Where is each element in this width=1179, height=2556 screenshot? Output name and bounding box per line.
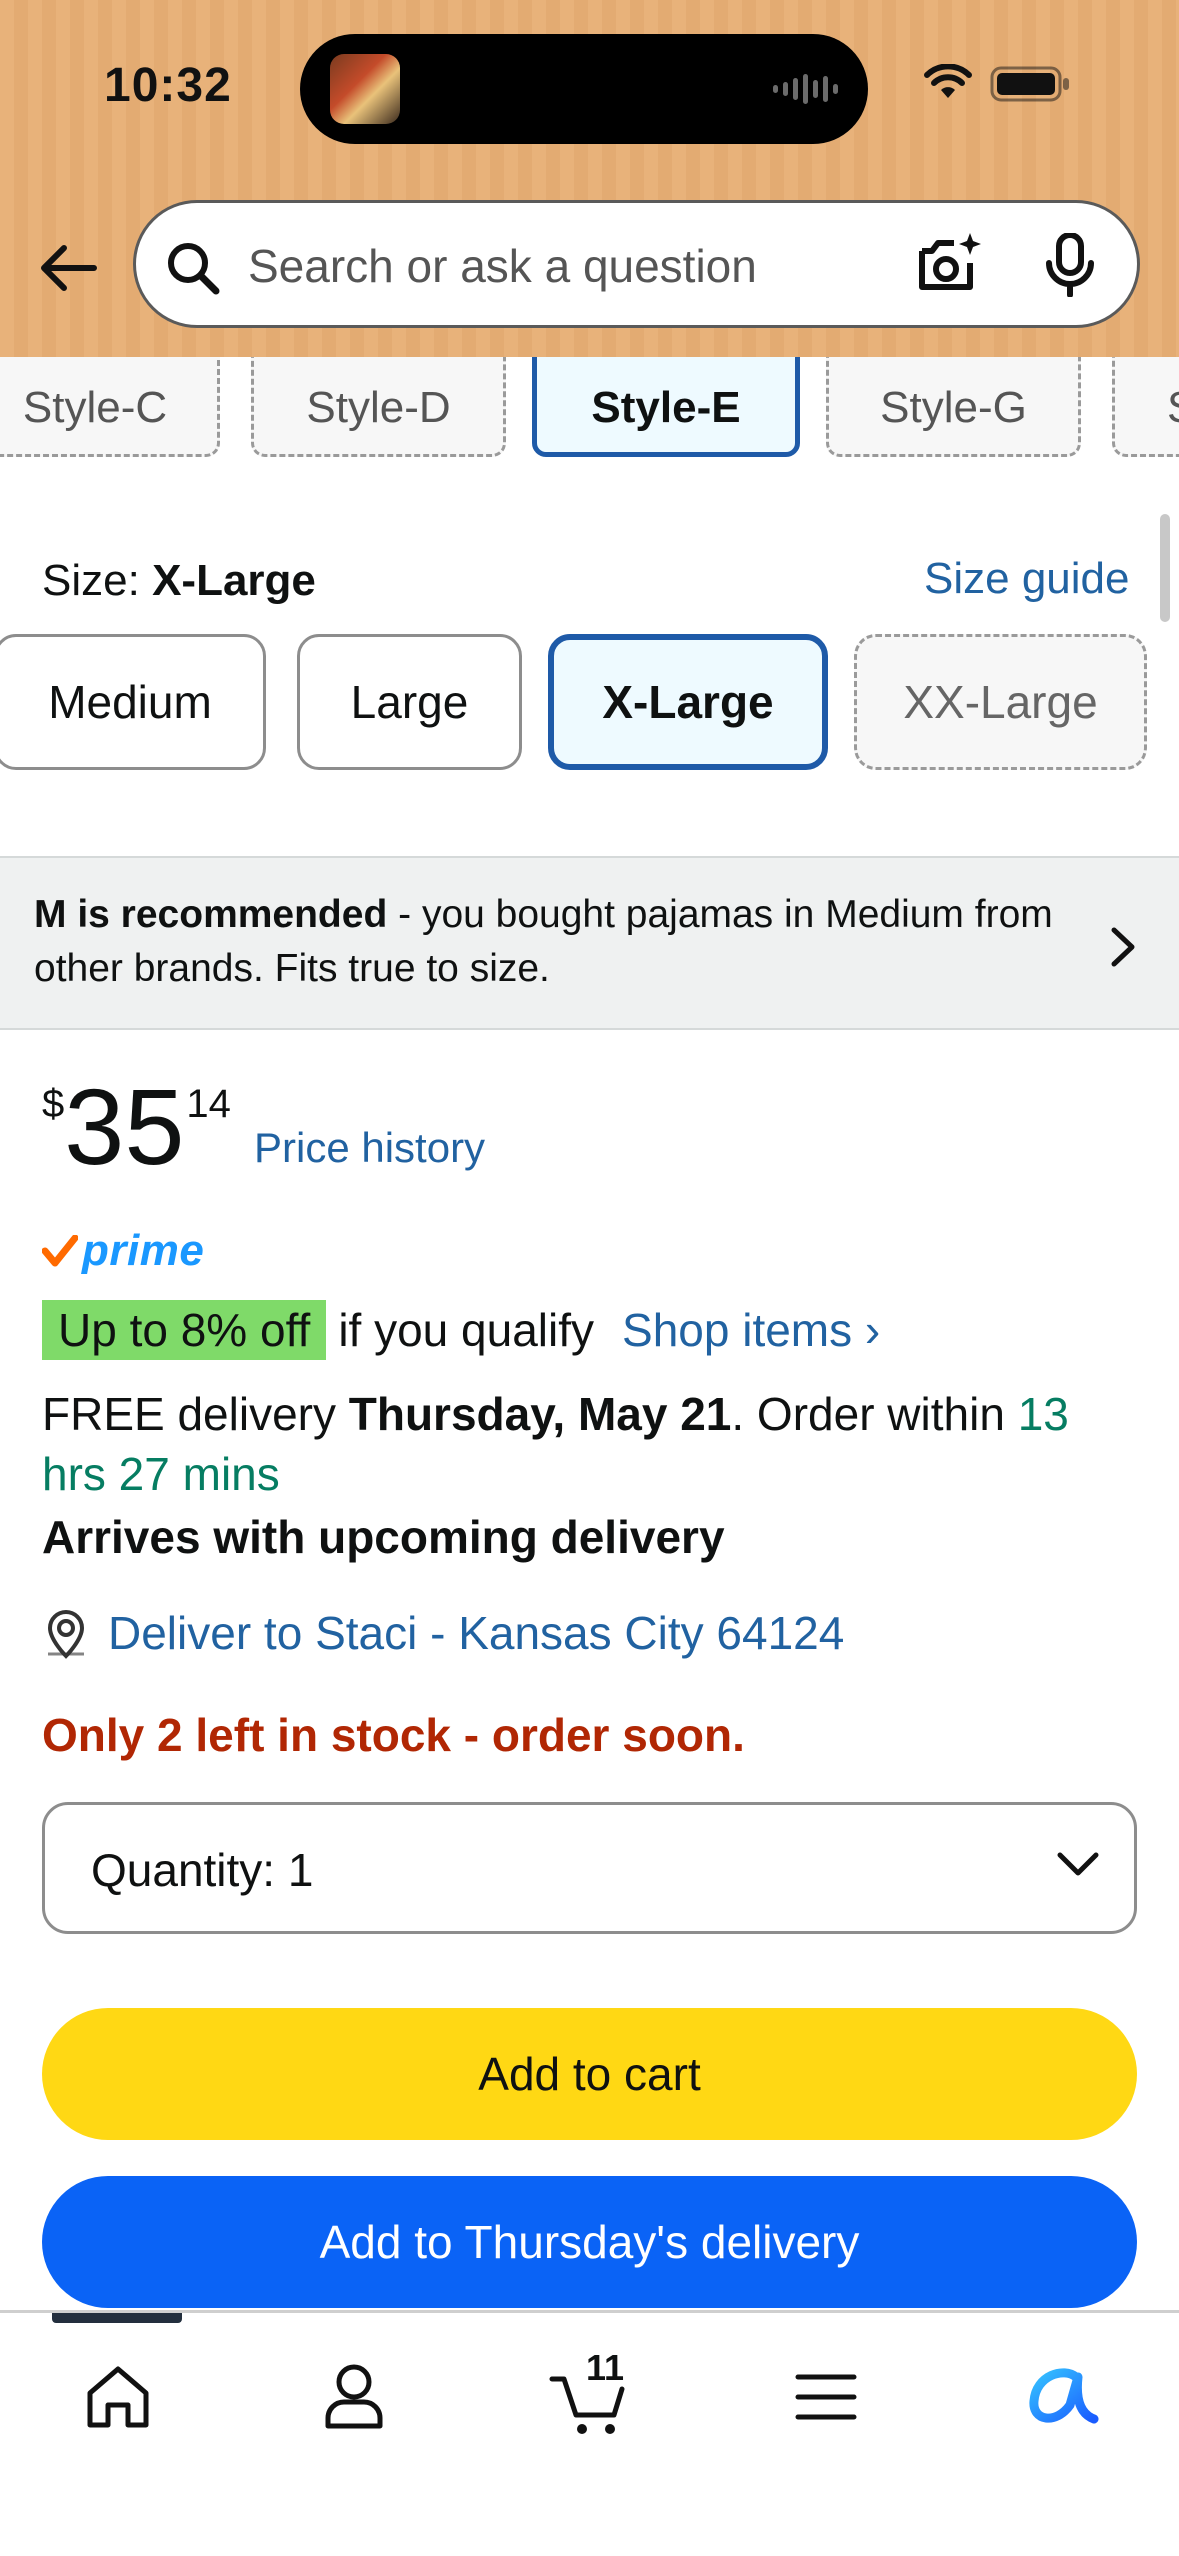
rufus-icon — [1029, 2368, 1099, 2424]
size-option-large[interactable]: Large — [297, 634, 522, 770]
price-whole: 35 — [64, 1066, 185, 1187]
price-symbol: $ — [42, 1082, 65, 1126]
style-option[interactable]: S — [1112, 357, 1179, 457]
search-icon — [168, 243, 220, 295]
size-guide-link[interactable]: Size guide — [924, 554, 1129, 604]
price-fraction: 14 — [186, 1082, 231, 1126]
nav-menu[interactable] — [776, 2347, 876, 2447]
battery-icon — [990, 66, 1069, 102]
delivery-middle: . Order within — [731, 1388, 1018, 1440]
delivery-date: Thursday, May 21 — [348, 1388, 732, 1440]
header: 10:32 — [0, 0, 1179, 357]
now-playing-artwork — [330, 54, 400, 124]
deliver-to-link[interactable]: Deliver to Staci - Kansas City 64124 — [108, 1606, 844, 1660]
prime-check-icon — [42, 1235, 78, 1267]
prime-label: prime — [82, 1226, 205, 1275]
add-to-cart-button[interactable]: Add to cart — [42, 2008, 1137, 2140]
audio-wave-icon — [773, 72, 838, 106]
size-option-x-large[interactable]: X-Large — [548, 634, 828, 770]
size-option-xx-large[interactable]: XX-Large — [854, 634, 1147, 770]
quantity-label: Quantity: 1 — [91, 1844, 314, 1896]
scrollbar[interactable] — [1160, 514, 1170, 622]
nav-active-indicator — [52, 2313, 182, 2323]
cart-icon — [549, 2376, 625, 2434]
nav-account[interactable] — [304, 2347, 404, 2447]
price-history-link[interactable]: Price history — [254, 1124, 485, 1172]
chevron-down-icon — [1057, 1852, 1099, 1876]
prime-logo: prime — [42, 1226, 204, 1276]
discount-row: Up to 8% off if you qualify Shop items › — [42, 1300, 880, 1360]
back-button[interactable] — [36, 236, 100, 300]
add-to-delivery-button[interactable]: Add to Thursday's delivery — [42, 2176, 1137, 2308]
search-bar[interactable] — [133, 200, 1140, 328]
style-option[interactable]: Style-C — [0, 357, 220, 457]
status-time: 10:32 — [104, 59, 232, 112]
recommendation-bold: M is recommended — [34, 893, 388, 936]
upcoming-delivery-note: Arrives with upcoming delivery — [42, 1511, 725, 1563]
shop-items-link[interactable]: Shop items › — [622, 1303, 880, 1357]
size-recommendation-banner[interactable]: M is recommended - you bought pajamas in… — [0, 856, 1179, 1030]
nav-cart[interactable] — [540, 2347, 640, 2447]
size-label-prefix: Size: — [42, 556, 140, 605]
discount-badge: Up to 8% off — [42, 1300, 327, 1360]
nav-home[interactable] — [68, 2347, 168, 2447]
wifi-icon — [924, 64, 972, 98]
recommendation-text: M is recommended - you bought pajamas in… — [34, 888, 1074, 996]
dynamic-island[interactable] — [300, 34, 868, 144]
style-option-selected[interactable]: Style-E — [532, 357, 800, 457]
account-icon — [325, 2364, 383, 2429]
qualify-text: if you qualify — [338, 1304, 595, 1356]
stock-warning: Only 2 left in stock - order soon. — [42, 1709, 745, 1761]
size-option-medium[interactable]: Medium — [0, 634, 266, 770]
menu-icon — [795, 2374, 857, 2420]
delivery-prefix: FREE delivery — [42, 1388, 349, 1440]
price: $ 35 14 — [42, 1068, 231, 1186]
size-label: Size: X-Large — [42, 556, 316, 606]
style-options: Style-C Style-D Style-E Style-G S — [0, 357, 1179, 457]
search-input[interactable] — [248, 237, 898, 295]
microphone-icon[interactable] — [1042, 233, 1098, 297]
home-icon — [87, 2366, 149, 2428]
style-option[interactable]: Style-G — [826, 357, 1081, 457]
size-selected-value: X-Large — [152, 556, 316, 605]
style-option[interactable]: Style-D — [251, 357, 506, 457]
bottom-navigation: 11 — [0, 2310, 1179, 2556]
nav-rufus[interactable] — [1012, 2347, 1112, 2447]
delivery-info: FREE delivery Thursday, May 21. Order wi… — [42, 1384, 1142, 1504]
quantity-select[interactable]: Quantity: 1 — [42, 1802, 1137, 1934]
location-pin-icon — [47, 1610, 85, 1659]
chevron-right-icon — [1111, 927, 1135, 967]
camera-lens-icon[interactable] — [914, 229, 984, 299]
